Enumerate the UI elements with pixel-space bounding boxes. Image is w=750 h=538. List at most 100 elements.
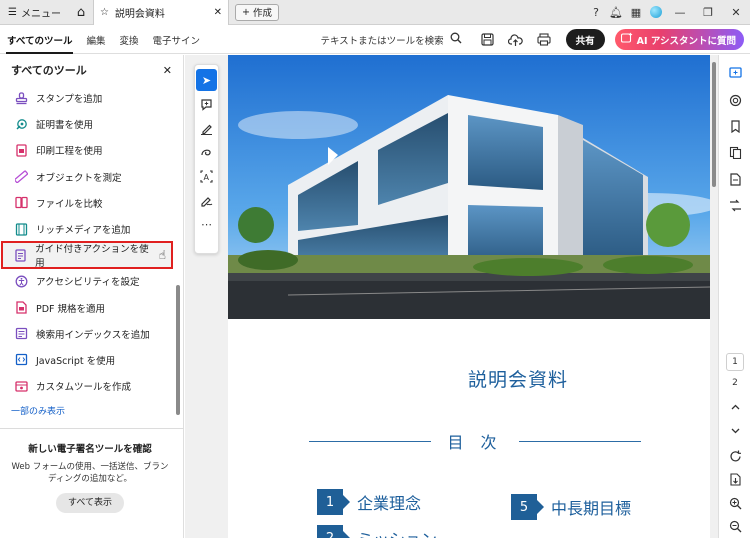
help-icon[interactable]: ? [586,0,606,25]
download-page-icon[interactable] [728,472,742,486]
tab-e-sign[interactable]: 電子サイン [146,26,208,54]
print-icon[interactable] [532,28,556,52]
tool-item-accessibility[interactable]: アクセシビリティを設定 [0,268,175,294]
pdf-standard-icon [14,301,28,315]
tool-item-pdf-standards[interactable]: PDF 規格を適用 [0,295,175,321]
apps-grid-icon[interactable]: ▦ [626,0,646,25]
upload-cloud-icon[interactable] [504,28,528,52]
toc-item-number: 2 [317,525,350,538]
right-panel-strip: 1 2 [718,55,750,538]
zoom-in-icon[interactable] [728,496,742,510]
plus-icon: + [241,6,250,18]
hand-cursor-icon: ☝︎ [158,248,166,263]
tab-all-tools[interactable]: すべてのツール [0,26,79,54]
avatar[interactable] [646,0,666,25]
ai-assistant-button[interactable]: AI アシスタントに質問 [614,29,744,50]
home-icon[interactable]: ⌂ [69,0,93,25]
toc-item: 2 ミッション [317,525,437,538]
close-tab-icon[interactable]: ✕ [214,7,222,18]
search-tools[interactable]: テキストまたはツールを検索 [320,32,475,47]
toc-item: 1 企業理念 [317,489,421,515]
create-button[interactable]: + 作成 [234,3,279,21]
pdf-page[interactable]: 説明会資料 目 次 1 企業理念 5 中長期目標 2 ミッション [228,55,710,538]
tool-item-custom-tool[interactable]: カスタムツールを作成 [0,373,175,399]
document-tab[interactable]: ☆ 説明会資料 ✕ [92,0,229,25]
save-icon[interactable] [476,28,500,52]
close-panel-icon[interactable]: ✕ [163,64,172,77]
ai-label: AI アシスタントに質問 [636,35,736,47]
tool-item-add-stamp[interactable]: スタンプを追加 [0,85,175,111]
show-less-link[interactable]: 一部のみ表示 [11,404,65,417]
certificate-icon [14,117,28,131]
document-scrollbar[interactable] [712,62,717,187]
esign-promo: 新しい電子署名ツールを確認 Web フォームの使用、一括送信、ブランディングの追… [0,441,180,513]
tool-item-label: リッチメディアを追加 [36,225,131,237]
tool-item-certificate[interactable]: 証明書を使用 [0,111,175,137]
total-pages: 2 [732,378,738,388]
tool-item-label: 証明書を使用 [36,120,94,132]
all-tools-panel: すべてのツール ✕ スタンプを追加 証明書を使用 印刷工程を使用 オブジェクトを… [0,55,184,538]
tool-item-label: JavaScript を使用 [36,355,116,367]
stamp-icon [14,91,28,105]
svg-text:A: A [204,173,210,182]
comment-panel-icon[interactable] [728,65,742,79]
quick-tools-strip: ➤ A ⋯ [194,64,219,254]
highlight-pen-icon[interactable] [195,116,218,140]
comment-add-icon[interactable] [195,92,218,116]
panel-header: すべてのツール ✕ [0,55,183,85]
tab-title: 説明会資料 [114,8,165,20]
tool-item-javascript[interactable]: JavaScript を使用 [0,347,175,373]
compare-tools-icon[interactable] [728,198,742,212]
search-label: テキストまたはツールを検索 [320,35,444,47]
bookmark-icon[interactable] [728,119,742,133]
tool-item-label: 検索用インデックスを追加 [36,329,150,341]
tool-item-search-index[interactable]: 検索用インデックスを追加 [0,321,175,347]
page-up-icon[interactable] [728,400,742,414]
select-cursor-icon[interactable]: ➤ [196,69,217,91]
restore-icon[interactable]: ❐ [694,0,722,25]
ai-chat-icon[interactable] [728,93,742,107]
tool-item-rich-media[interactable]: リッチメディアを追加 [0,216,175,242]
tool-item-measure[interactable]: オブジェクトを測定 [0,164,175,190]
film-icon [14,222,28,236]
zoom-out-icon[interactable] [728,519,742,533]
tool-item-label: オブジェクトを測定 [36,172,122,184]
tool-item-label: アクセシビリティを設定 [36,277,140,289]
share-button[interactable]: 共有 [565,29,605,50]
panel-scrollbar[interactable] [176,95,180,425]
tool-item-compare[interactable]: ファイルを比較 [0,190,175,216]
toc-item-number: 1 [317,489,350,515]
refresh-icon[interactable] [728,449,742,463]
tool-item-print-production[interactable]: 印刷工程を使用 [0,137,175,163]
pages-thumbnails-icon[interactable] [728,145,742,159]
tool-item-label: 印刷工程を使用 [36,146,103,158]
tool-item-guided-actions[interactable]: ガイド付きアクションを使用 ☝︎ [1,241,173,270]
tool-item-label: PDF 規格を適用 [36,303,106,315]
show-all-button[interactable]: すべて表示 [55,493,124,513]
title-bar: ☰ メニュー ⌂ ☆ 説明会資料 ✕ + 作成 ? 🔔︎ ▦ — ❐ ✕ [0,0,750,25]
attachment-icon[interactable] [728,172,742,186]
hamburger-icon: ☰ [8,6,17,18]
more-tools-icon[interactable]: ⋯ [195,212,218,236]
tool-item-label: ガイド付きアクションを使用 [35,244,149,270]
javascript-icon [14,353,28,367]
custom-tool-icon [14,379,28,393]
tool-item-label: ファイルを比較 [36,198,103,210]
tab-convert[interactable]: 変換 [112,26,145,54]
fill-sign-icon[interactable] [195,188,218,212]
page-down-icon[interactable] [728,423,742,437]
freehand-draw-icon[interactable] [195,140,218,164]
menu-button[interactable]: ☰ メニュー [0,0,69,25]
star-icon[interactable]: ☆ [100,7,109,18]
current-page-number[interactable]: 1 [726,353,744,371]
window-close-icon[interactable]: ✕ [722,0,750,25]
notification-bell-icon[interactable]: 🔔︎ [606,0,626,25]
minimize-icon[interactable]: — [666,0,694,25]
promo-title: 新しい電子署名ツールを確認 [28,444,152,455]
text-box-icon[interactable]: A [195,164,218,188]
document-view[interactable]: 説明会資料 目 次 1 企業理念 5 中長期目標 2 ミッション [185,55,718,538]
tab-edit[interactable]: 編集 [79,26,112,54]
document-title: 説明会資料 [467,369,568,391]
compare-icon [14,196,28,210]
toc-item: 5 中長期目標 [511,494,631,520]
